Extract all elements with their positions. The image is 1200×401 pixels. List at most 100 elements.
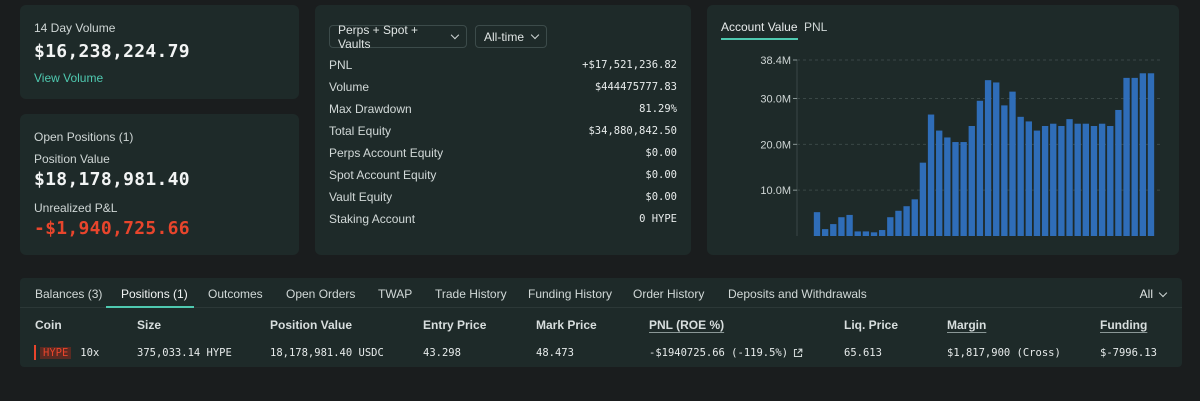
stat-label: Staking Account xyxy=(329,212,416,226)
stat-label: PNL xyxy=(329,58,353,72)
stat-value: $0.00 xyxy=(645,147,677,159)
chart-bar[interactable] xyxy=(830,224,837,236)
chart-bar[interactable] xyxy=(1115,109,1122,236)
chart-bar[interactable] xyxy=(862,231,870,236)
chart-bar[interactable] xyxy=(1131,77,1138,237)
chart-bar[interactable] xyxy=(1058,126,1065,236)
column-header-funding[interactable]: Funding xyxy=(1100,318,1147,332)
stat-value: 81.29% xyxy=(639,103,677,115)
chart-bar[interactable] xyxy=(1001,105,1008,237)
column-header-entry-price: Entry Price xyxy=(423,318,487,332)
account-filter-label: Perps + Spot + Vaults xyxy=(338,22,419,51)
chart-bar[interactable] xyxy=(895,210,902,236)
chart-bar[interactable] xyxy=(1033,130,1041,236)
account-value-bar-chart: 38.4M 30.0M 20.0M 10.0M xyxy=(760,55,1162,237)
tab-open-orders[interactable]: Open Orders xyxy=(286,287,355,301)
column-header-pnl[interactable]: PNL (ROE %) xyxy=(649,318,724,332)
tab-trade-history[interactable]: Trade History xyxy=(435,287,507,301)
share-icon[interactable] xyxy=(793,348,803,358)
funding-cell: $-7996.13 xyxy=(1100,347,1157,359)
tab-balances[interactable]: Balances (3) xyxy=(35,287,102,301)
chart-bar[interactable] xyxy=(1147,73,1155,236)
chart-bar[interactable] xyxy=(936,130,943,236)
account-filter-dropdown[interactable]: Perps + Spot + Vaults xyxy=(329,22,467,51)
chart-bar[interactable] xyxy=(968,126,975,236)
view-volume-link[interactable]: View Volume xyxy=(34,71,103,85)
chart-bar[interactable] xyxy=(1066,119,1073,237)
position-value-cell: 18,178,981.40 USDC xyxy=(270,347,384,359)
chart-bar[interactable] xyxy=(911,199,918,236)
tab-twap[interactable]: TWAP xyxy=(378,287,412,301)
stat-label: Spot Account Equity xyxy=(329,168,437,182)
tab-order-history[interactable]: Order History xyxy=(633,287,704,301)
entry-price-cell: 43.298 xyxy=(423,347,461,359)
volume-value: $16,238,224.79 xyxy=(34,41,190,62)
chart-bar[interactable] xyxy=(1139,73,1147,236)
tab-funding-history[interactable]: Funding History xyxy=(528,287,612,301)
stat-value: $444475777.83 xyxy=(594,81,677,93)
chart-bar[interactable] xyxy=(821,229,829,237)
chart-bar[interactable] xyxy=(870,232,878,236)
chart-bar[interactable] xyxy=(1082,123,1089,236)
margin-cell: $1,817,900 (Cross) xyxy=(947,347,1061,359)
column-header-margin[interactable]: Margin xyxy=(947,318,986,332)
stat-label: Total Equity xyxy=(329,124,392,138)
chart-bar[interactable] xyxy=(952,142,959,236)
leverage-badge: 10x xyxy=(80,347,100,359)
chart-bar[interactable] xyxy=(960,142,967,236)
chart-bar[interactable] xyxy=(878,230,886,236)
coin-cell[interactable]: HYPE 10x xyxy=(40,347,99,359)
chart-bar[interactable] xyxy=(838,217,845,236)
chart-bar[interactable] xyxy=(1050,123,1057,236)
chart-bar[interactable] xyxy=(984,80,992,236)
stats-card: Perps + Spot + Vaults All-time PNL +$17,5… xyxy=(315,5,691,255)
chart-bar[interactable] xyxy=(1041,126,1049,236)
tab-deposits-withdrawals[interactable]: Deposits and Withdrawals xyxy=(728,287,867,301)
chart-bar[interactable] xyxy=(1074,123,1081,236)
stat-label: Volume xyxy=(329,80,370,94)
chart-bar[interactable] xyxy=(1107,126,1114,236)
stat-label: Max Drawdown xyxy=(329,102,412,116)
coin-symbol: HYPE xyxy=(40,347,72,359)
chevron-down-icon xyxy=(530,30,540,40)
chart-bar[interactable] xyxy=(854,231,861,236)
stat-row: PNL +$17,521,236.82 xyxy=(329,54,677,76)
y-tick-label: 38.4M xyxy=(760,55,791,67)
account-value-chart-card: Account Value PNL 38.4M 30.0M 20.0M 10.0M xyxy=(707,5,1179,255)
stat-row: Spot Account Equity $0.00 xyxy=(329,164,677,186)
chart-bar[interactable] xyxy=(846,214,853,236)
column-header-position-value: Position Value xyxy=(270,318,353,332)
chart-bar[interactable] xyxy=(976,100,984,236)
chart-bar[interactable] xyxy=(1098,123,1106,236)
y-tick-label: 20.0M xyxy=(760,139,791,151)
column-header-size: Size xyxy=(137,318,162,332)
tab-outcomes[interactable]: Outcomes xyxy=(208,287,263,301)
chart-bar[interactable] xyxy=(1017,116,1024,236)
chart-bar[interactable] xyxy=(1009,91,1016,237)
tab-positions[interactable]: Positions (1) xyxy=(121,287,188,301)
chart-bar[interactable] xyxy=(813,212,821,236)
chart-bar[interactable] xyxy=(887,217,894,236)
volume-card: 14 Day Volume $16,238,224.79 View Volume xyxy=(20,5,299,99)
stat-row: Max Drawdown 81.29% xyxy=(329,98,677,120)
chart-bar[interactable] xyxy=(927,114,935,236)
chart-bar[interactable] xyxy=(993,82,1000,237)
stat-row: Perps Account Equity $0.00 xyxy=(329,142,677,164)
filter-all-dropdown[interactable]: All xyxy=(1139,287,1168,301)
chart-bar[interactable] xyxy=(1025,121,1032,236)
chart-bar[interactable] xyxy=(944,137,951,236)
time-range-dropdown[interactable]: All-time xyxy=(475,25,547,48)
stat-value: $0.00 xyxy=(645,169,677,181)
open-positions-title: Open Positions (1) xyxy=(34,130,134,144)
filter-all-label: All xyxy=(1139,287,1153,301)
chart-bar[interactable] xyxy=(1123,77,1130,237)
column-header-liq-price: Liq. Price xyxy=(844,318,899,332)
chart-bar[interactable] xyxy=(903,206,910,236)
tab-bar-divider xyxy=(20,307,1182,308)
stat-row: Total Equity $34,880,842.50 xyxy=(329,120,677,142)
positions-summary-card: Open Positions (1) Position Value $18,17… xyxy=(20,114,299,255)
chart-bar[interactable] xyxy=(919,162,927,236)
liq-price-cell: 65.613 xyxy=(844,347,882,359)
chart-bar[interactable] xyxy=(1090,126,1098,236)
stat-label: Vault Equity xyxy=(329,190,393,204)
